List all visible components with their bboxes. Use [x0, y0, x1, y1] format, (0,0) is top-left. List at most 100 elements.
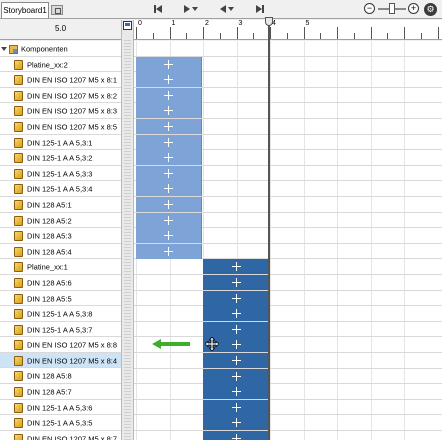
tree-item-label: Platine_xx:1	[27, 262, 68, 272]
zoom-in-icon[interactable]: +	[408, 3, 419, 14]
fit-timeline-icon[interactable]	[123, 21, 132, 30]
tree-item[interactable]: DIN 128 A5:5	[0, 291, 121, 307]
part-icon	[14, 402, 23, 413]
ruler-tick	[136, 27, 137, 39]
tree-item[interactable]: DIN EN ISO 1207 M5 x 8:5	[0, 119, 121, 135]
animation-segment[interactable]	[203, 368, 270, 384]
animation-segment[interactable]	[136, 212, 202, 228]
zoom-slider-handle[interactable]	[389, 3, 395, 14]
new-storyboard-tab-icon[interactable]	[51, 5, 63, 15]
part-icon	[14, 153, 23, 164]
ruler-label: 5	[305, 20, 310, 27]
tree-item-label: DIN 125-1 A A 5,3:7	[27, 325, 93, 335]
tab-storyboard1[interactable]: Storyboard1	[1, 2, 49, 18]
animation-segment[interactable]	[203, 384, 270, 400]
zoom-out-icon[interactable]: −	[364, 3, 375, 14]
part-icon	[14, 387, 23, 398]
animation-segment[interactable]	[203, 290, 270, 306]
assembly-icon	[9, 44, 18, 54]
ruler-tick	[337, 27, 338, 39]
ruler-label: 3	[238, 20, 243, 27]
timeline-row	[134, 431, 442, 440]
ruler-tick	[236, 27, 238, 39]
tree-root-komponenten[interactable]: Komponenten	[0, 41, 121, 57]
animation-segment[interactable]	[136, 243, 202, 259]
timeline-row	[134, 400, 442, 416]
tree-item[interactable]: DIN 128 A5:1	[0, 197, 121, 213]
ruler-tick	[353, 33, 355, 39]
timeline-row	[134, 384, 442, 400]
ruler-tick	[370, 27, 372, 39]
go-to-end-button[interactable]	[256, 3, 264, 15]
tree-item[interactable]: DIN 128 A5:6	[0, 275, 121, 291]
ruler-tick	[253, 33, 255, 39]
rewind-icon	[156, 5, 162, 13]
tree-item[interactable]: DIN EN ISO 1207 M5 x 8:4	[0, 352, 121, 369]
tree-item[interactable]: DIN EN ISO 1207 M5 x 8:7	[0, 431, 121, 440]
left-arrow-icon	[152, 339, 190, 349]
animation-segment[interactable]	[136, 197, 202, 212]
tree-item[interactable]: DIN EN ISO 1207 M5 x 8:1	[0, 72, 121, 88]
animation-segment[interactable]	[203, 275, 270, 290]
animation-segment[interactable]	[136, 72, 202, 88]
tree-item[interactable]: DIN 125-1 A A 5,3:6	[0, 400, 121, 416]
ruler-tick	[219, 33, 221, 39]
ruler-tick	[186, 33, 188, 39]
tree-item[interactable]: Platine_xx:2	[0, 57, 121, 73]
tree-item[interactable]: DIN 125-1 A A 5,3:5	[0, 415, 121, 431]
tree-item[interactable]: DIN 128 A5:4	[0, 244, 121, 260]
animation-segment[interactable]	[203, 259, 270, 275]
timeline-row	[134, 41, 442, 57]
play-reverse-button[interactable]	[220, 3, 234, 15]
gear-icon[interactable]: ⚙	[424, 3, 437, 16]
animation-segment[interactable]	[136, 103, 202, 119]
animation-segment[interactable]	[203, 431, 270, 440]
animation-segment[interactable]	[136, 119, 202, 134]
ruler-tick	[320, 33, 322, 39]
animation-segment[interactable]	[136, 165, 202, 181]
animation-segment[interactable]	[203, 306, 270, 322]
tree-item[interactable]: DIN 128 A5:8	[0, 368, 121, 385]
tree-item[interactable]: DIN 125-1 A A 5,3:3	[0, 166, 121, 182]
time-ruler[interactable]: 012345	[134, 20, 442, 40]
tree-item[interactable]: DIN 125-1 A A 5,3:4	[0, 181, 121, 197]
pane-splitter[interactable]	[121, 20, 134, 440]
animation-segment[interactable]	[136, 56, 202, 72]
play-button[interactable]	[184, 3, 198, 15]
animation-segment[interactable]	[203, 321, 270, 337]
tree-item[interactable]: DIN 128 A5:3	[0, 228, 121, 244]
tree-item[interactable]: DIN 128 A5:2	[0, 213, 121, 229]
rewind-to-start-button[interactable]	[154, 3, 162, 15]
tree-item-label: DIN 125-1 A A 5,3:6	[27, 403, 93, 413]
animation-segment[interactable]	[203, 415, 270, 431]
tree-item[interactable]: DIN 125-1 A A 5,3:1	[0, 135, 121, 151]
tree-item[interactable]: DIN EN ISO 1207 M5 x 8:3	[0, 103, 121, 119]
timeline-row	[134, 259, 442, 275]
animation-segment[interactable]	[136, 228, 202, 244]
ruler-tick	[169, 27, 171, 39]
tree-item-label: DIN 128 A5:3	[27, 231, 72, 241]
playhead-handle[interactable]	[265, 17, 273, 26]
move-icon	[164, 75, 173, 85]
animation-segment[interactable]	[136, 181, 202, 197]
move-icon	[164, 137, 173, 147]
tree-item[interactable]: Platine_xx:1	[0, 259, 121, 275]
tree-item[interactable]: DIN EN ISO 1207 M5 x 8:2	[0, 88, 121, 104]
animation-segment[interactable]	[136, 87, 202, 103]
tree-item[interactable]: DIN 125-1 A A 5,3:7	[0, 322, 121, 338]
tree-item[interactable]: DIN 128 A5:7	[0, 384, 121, 400]
tree-item-label: DIN EN ISO 1207 M5 x 8:5	[27, 122, 118, 132]
ruler-tick	[303, 27, 305, 39]
animation-segment[interactable]	[203, 353, 270, 368]
tree-item[interactable]: DIN 125-1 A A 5,3:8	[0, 306, 121, 322]
tree-item[interactable]: DIN EN ISO 1207 M5 x 8:8	[0, 337, 121, 353]
animation-segment[interactable]	[136, 150, 202, 166]
expander-icon[interactable]	[1, 47, 7, 52]
tree-item[interactable]: DIN 125-1 A A 5,3:2	[0, 150, 121, 166]
move-icon	[164, 200, 173, 209]
animation-segment[interactable]	[203, 399, 270, 415]
animation-segment[interactable]	[136, 134, 202, 150]
part-icon	[14, 309, 23, 320]
move-icon	[231, 356, 241, 365]
play-icon	[184, 5, 190, 13]
